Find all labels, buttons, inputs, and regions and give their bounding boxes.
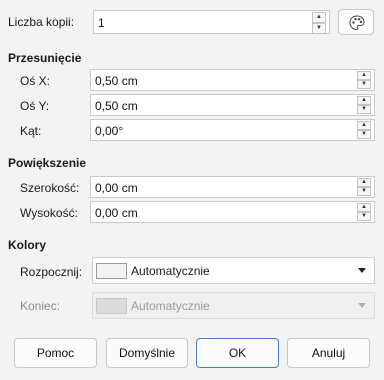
height-increment-button[interactable]: ▲ — [357, 203, 371, 212]
chevron-down-icon — [358, 303, 366, 308]
height-value[interactable]: 0,00 cm — [95, 206, 138, 220]
end-color-value: Automatycznie — [131, 299, 210, 313]
x-axis-value[interactable]: 0,50 cm — [95, 74, 138, 88]
copies-increment-button[interactable]: ▲ — [312, 12, 326, 23]
copies-label: Liczba kopii: — [8, 15, 75, 29]
help-button[interactable]: Pomoc — [14, 338, 97, 368]
x-axis-spinbox[interactable]: 0,50 cm ▲ ▼ — [90, 69, 375, 91]
cancel-button[interactable]: Anuluj — [287, 338, 370, 368]
y-axis-value[interactable]: 0,50 cm — [95, 99, 138, 113]
width-increment-button[interactable]: ▲ — [357, 178, 371, 187]
x-axis-decrement-button[interactable]: ▼ — [357, 80, 371, 89]
angle-spinbox[interactable]: 0,00° ▲ ▼ — [90, 119, 375, 141]
width-label: Szerokość: — [20, 181, 80, 195]
angle-increment-button[interactable]: ▲ — [357, 121, 371, 130]
angle-decrement-button[interactable]: ▼ — [357, 130, 371, 139]
angle-label: Kąt: — [20, 124, 42, 138]
reset-button[interactable]: Domyślnie — [106, 338, 188, 368]
angle-spin-buttons: ▲ ▼ — [357, 121, 373, 139]
end-color-swatch — [96, 298, 127, 314]
copies-decrement-button[interactable]: ▼ — [312, 23, 326, 34]
y-axis-spin-buttons: ▲ ▼ — [357, 96, 373, 114]
width-value[interactable]: 0,00 cm — [95, 181, 138, 195]
color-picker-button[interactable] — [338, 9, 374, 35]
enlargement-section-title: Powiększenie — [8, 156, 87, 170]
chevron-down-icon — [358, 268, 366, 273]
width-spin-buttons: ▲ ▼ — [357, 178, 373, 196]
start-color-swatch — [96, 263, 127, 279]
start-color-value: Automatycznie — [131, 264, 210, 278]
x-axis-spin-buttons: ▲ ▼ — [357, 71, 373, 89]
colors-section-title: Kolory — [8, 238, 47, 252]
ok-button[interactable]: OK — [196, 338, 279, 368]
y-axis-spinbox[interactable]: 0,50 cm ▲ ▼ — [90, 94, 375, 116]
palette-icon — [348, 14, 366, 35]
end-color-dropdown: Automatycznie — [92, 292, 375, 319]
height-spin-buttons: ▲ ▼ — [357, 203, 373, 221]
width-spinbox[interactable]: 0,00 cm ▲ ▼ — [90, 176, 375, 198]
start-color-dropdown[interactable]: Automatycznie — [92, 257, 375, 284]
copies-spinbox[interactable]: 1 ▲ ▼ — [93, 10, 330, 34]
angle-value[interactable]: 0,00° — [95, 124, 123, 138]
height-label: Wysokość: — [20, 206, 78, 220]
copies-value[interactable]: 1 — [98, 16, 105, 30]
height-decrement-button[interactable]: ▼ — [357, 212, 371, 221]
copies-spin-buttons: ▲ ▼ — [312, 12, 328, 34]
start-color-label: Rozpocznij: — [20, 265, 83, 279]
x-axis-increment-button[interactable]: ▲ — [357, 71, 371, 80]
end-color-label: Koniec: — [20, 299, 61, 313]
height-spinbox[interactable]: 0,00 cm ▲ ▼ — [90, 201, 375, 223]
x-axis-label: Oś X: — [20, 74, 51, 88]
width-decrement-button[interactable]: ▼ — [357, 187, 371, 196]
y-axis-increment-button[interactable]: ▲ — [357, 96, 371, 105]
y-axis-label: Oś Y: — [20, 99, 50, 113]
y-axis-decrement-button[interactable]: ▼ — [357, 105, 371, 114]
offset-section-title: Przesunięcie — [8, 51, 82, 65]
